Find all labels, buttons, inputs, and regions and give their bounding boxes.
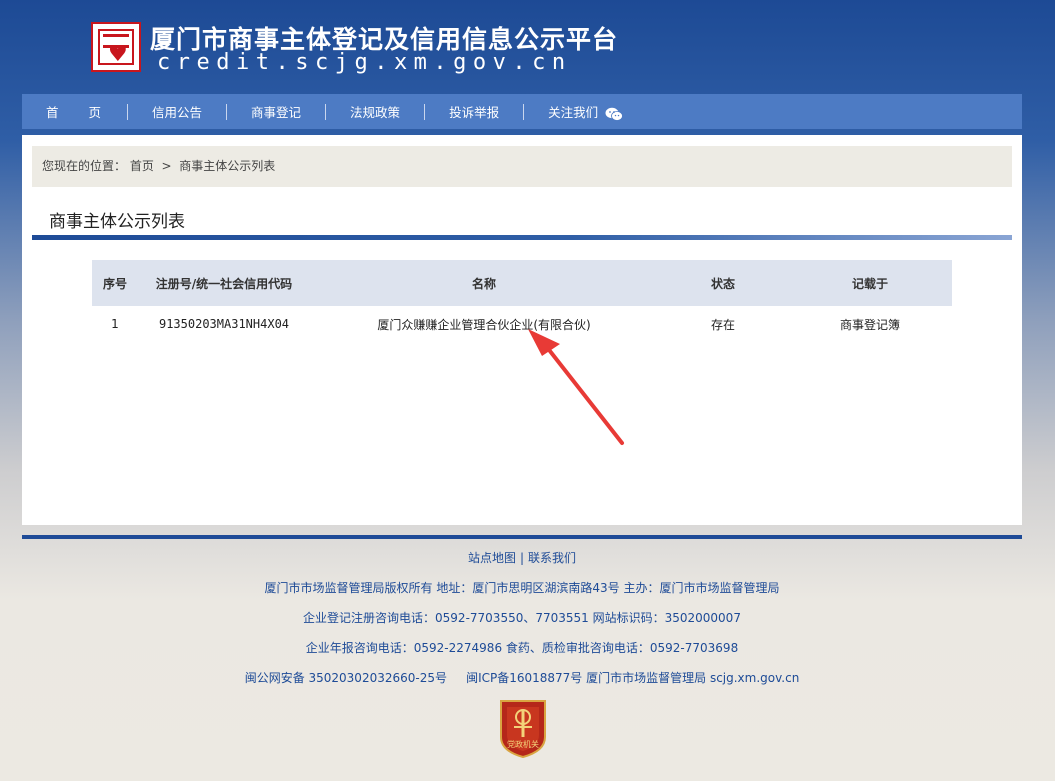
col-header-index: 序号	[92, 260, 138, 306]
nav-item-complaint[interactable]: 投诉举报	[425, 102, 523, 121]
footer-copyright: 厦门市市场监督管理局版权所有 地址：厦门市思明区湖滨南路43号 主办：厦门市市场…	[264, 581, 780, 595]
footer-link-divider: |	[519, 551, 525, 565]
section-underline	[32, 235, 1012, 240]
breadcrumb-home-link[interactable]: 首页	[130, 159, 154, 173]
nav-item-home[interactable]: 首页	[22, 102, 131, 121]
col-header-status: 状态	[658, 260, 788, 306]
cell-source: 商事登记簿	[839, 317, 900, 332]
breadcrumb-current: 商事主体公示列表	[179, 159, 276, 173]
col-header-code: 注册号/统一社会信用代码	[138, 260, 310, 306]
footer-links: 站点地图 | 联系我们	[22, 548, 1022, 578]
cell-name-link[interactable]: 厦门众赚赚企业管理合伙企业(有限合伙)	[310, 306, 658, 342]
icp-record: 闽ICP备16018877号 厦门市市场监督管理局 scjg.xm.gov.cn	[466, 671, 800, 685]
cell-code: 91350203MA31NH4X04	[158, 317, 290, 331]
nav-item-registration[interactable]: 商事登记	[227, 102, 325, 121]
breadcrumb-separator: >	[161, 159, 172, 173]
section-title: 商事主体公示列表	[49, 212, 185, 232]
cell-status: 存在	[710, 317, 735, 332]
content-panel: 您现在的位置： 首页 > 商事主体公示列表 商事主体公示列表 序号 注册号/统一…	[22, 135, 1022, 525]
contact-link[interactable]: 联系我们	[528, 551, 576, 565]
site-url: credit.scjg.xm.gov.cn	[157, 50, 572, 75]
table-header-row: 序号 注册号/统一社会信用代码 名称 状态 记载于	[92, 260, 952, 306]
main-nav: 首页 信用公告 商事登记 法规政策 投诉举报 关注我们	[22, 94, 1022, 129]
heart-icon: ♥	[108, 42, 128, 67]
entity-table: 序号 注册号/统一社会信用代码 名称 状态 记载于 1 91350203MA31…	[92, 260, 952, 342]
nav-item-credit-notice[interactable]: 信用公告	[128, 102, 226, 121]
sitemap-link[interactable]: 站点地图	[468, 551, 516, 565]
breadcrumb: 您现在的位置： 首页 > 商事主体公示列表	[32, 146, 1012, 187]
site-header: ♥ 厦门市商事主体登记及信用信息公示平台 credit.scjg.xm.gov.…	[0, 0, 1055, 94]
badge-text: 党政机关	[507, 739, 539, 749]
credit-logo-icon[interactable]: ♥	[91, 22, 141, 72]
col-header-name: 名称	[310, 260, 658, 306]
footer-record: 闽公网安备 35020302032660-25号 闽ICP备16018877号 …	[22, 668, 1022, 698]
police-record-link[interactable]: 闽公网安备 35020302032660-25号	[245, 671, 447, 685]
cell-index: 1	[111, 317, 119, 331]
table-row[interactable]: 1 91350203MA31NH4X04 厦门众赚赚企业管理合伙企业(有限合伙)…	[92, 306, 952, 342]
wechat-icon	[605, 107, 623, 121]
footer-phone-annual: 企业年报咨询电话：0592-2274986 食药、质检审批咨询电话：0592-7…	[305, 641, 739, 655]
nav-item-follow[interactable]: 关注我们	[524, 102, 647, 121]
site-footer: 站点地图 | 联系我们 厦门市市场监督管理局版权所有 地址：厦门市思明区湖滨南路43…	[22, 548, 1022, 698]
footer-divider	[22, 535, 1022, 539]
breadcrumb-prefix: 您现在的位置：	[42, 159, 127, 173]
footer-phone-registration: 企业登记注册咨询电话：0592-7703550、7703551 网站标识码：35…	[303, 611, 741, 625]
col-header-source: 记载于	[788, 260, 952, 306]
nav-item-follow-label: 关注我们	[548, 105, 599, 120]
nav-item-policy[interactable]: 法规政策	[326, 102, 424, 121]
government-badge-icon[interactable]: 党政机关	[497, 697, 549, 759]
